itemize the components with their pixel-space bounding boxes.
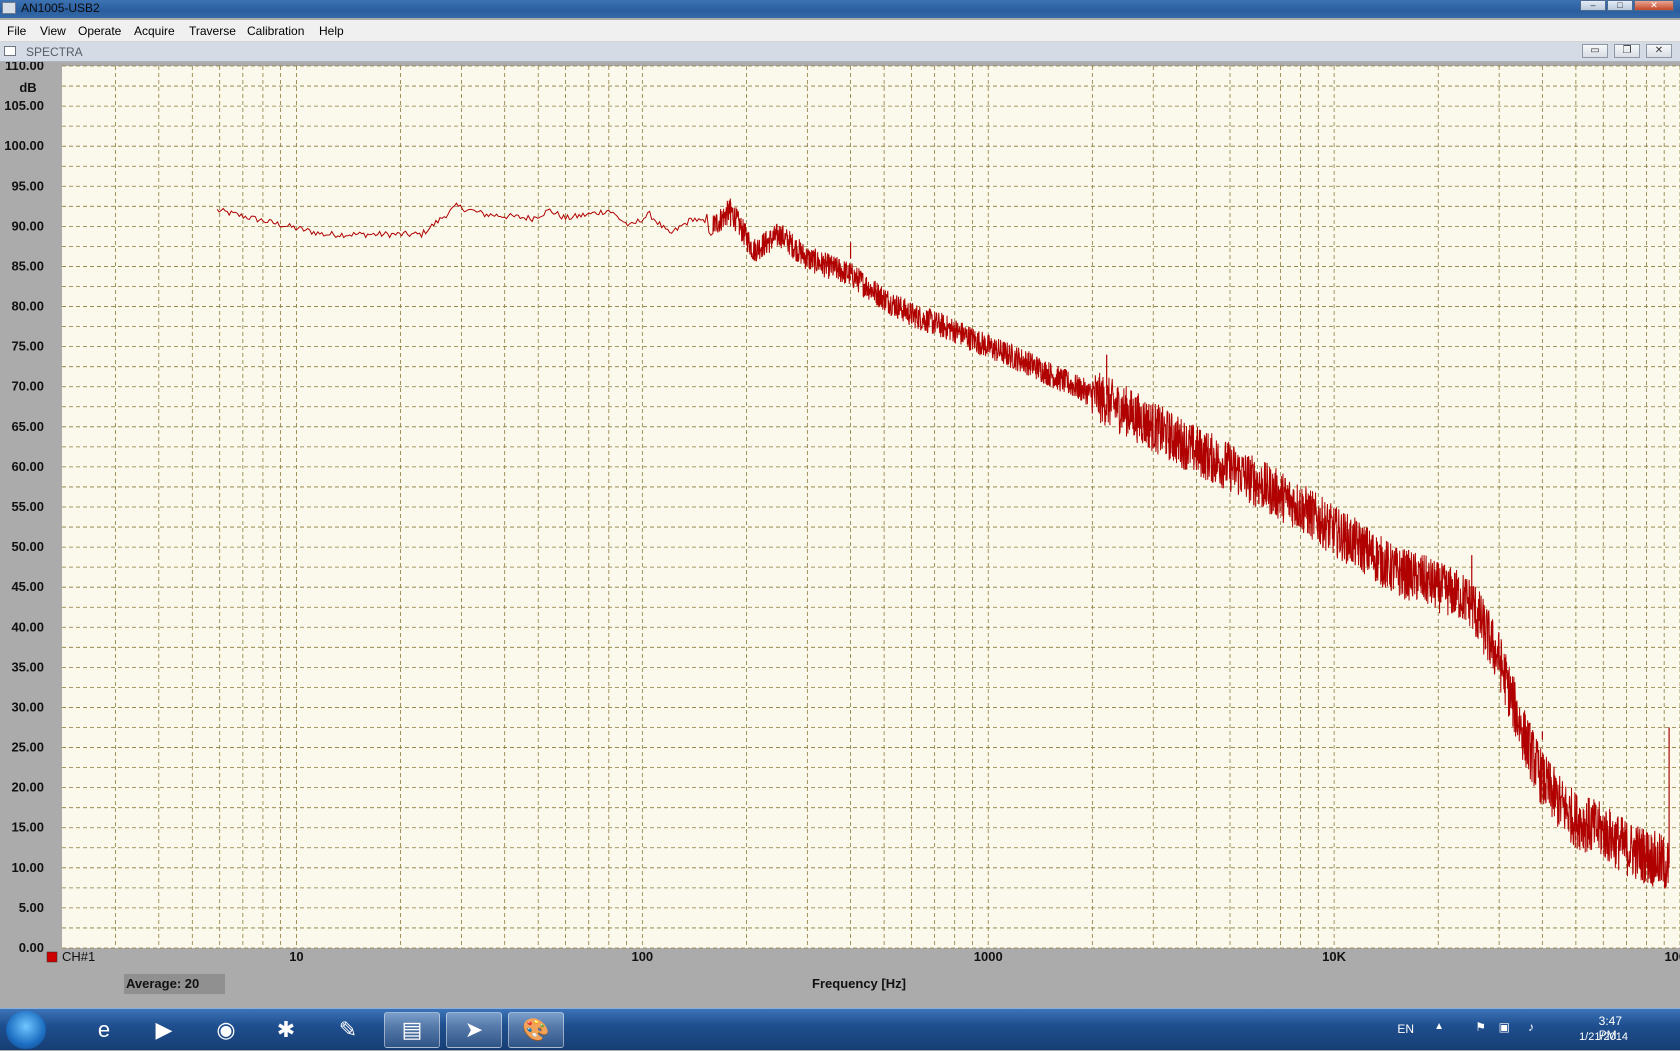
window-maximize-button[interactable]: □ [1607,0,1633,11]
ladybug-icon[interactable]: ✱ [258,1012,314,1048]
taskbar: e ▶ ◉ ✱ ✎ ▤ ➤ 🎨 EN ▲ ⚑ ▣ ♪ 3:47 PM 1/21/2014 [0,1008,1680,1050]
menu-calibration[interactable]: Calibration [247,24,304,38]
y-tick-label: 45.00 [11,579,44,594]
language-indicator[interactable]: EN [1397,1022,1414,1036]
y-tick-label: 95.00 [11,178,44,193]
document-close-button[interactable]: ✕ [1646,44,1672,58]
media-player-icon[interactable]: ▶ [136,1012,192,1048]
y-tick-label: 15.00 [11,820,44,835]
y-tick-label: 80.00 [11,299,44,314]
document-title: SPECTRA [26,45,83,59]
y-tick-label: 5.00 [19,900,44,915]
y-tick-label: 70.00 [11,379,44,394]
ch1-legend-label: CH#1 [62,949,95,964]
menu-acquire[interactable]: Acquire [134,24,175,38]
app-window-icon[interactable] [2,2,16,14]
window-title-bar: AN1005-USB2 – □ ✕ [0,0,1680,18]
y-tick-label: 60.00 [11,459,44,474]
action-center-icon[interactable]: ⚑ [1475,1020,1486,1034]
y-tick-label: 110.00 [5,62,44,73]
menu-bar: File View Operate Acquire Traverse Calibratio… [0,20,1680,42]
volume-icon[interactable]: ♪ [1528,1020,1534,1034]
y-tick-label: 90.00 [11,218,44,233]
y-tick-label: 65.00 [11,419,44,434]
menu-view[interactable]: View [40,24,66,38]
y-tick-label: 35.00 [11,659,44,674]
menu-operate[interactable]: Operate [78,24,121,38]
y-tick-label: 40.00 [11,619,44,634]
menu-file[interactable]: File [7,24,26,38]
tray-expand-icon[interactable]: ▲ [1434,1021,1444,1032]
x-tick-label: 10 [289,949,303,964]
x-tick-label: 1000 [974,949,1003,964]
tools-icon[interactable]: ✎ [320,1012,376,1048]
x-tick-label: 100K [1664,949,1680,964]
file-explorer-icon[interactable]: ▤ [384,1012,440,1048]
document-restore-button[interactable]: ❐ [1614,44,1640,58]
y-tick-label: 75.00 [11,339,44,354]
document-title-bar: SPECTRA ▭ ❐ ✕ [0,42,1680,62]
y-tick-label: 55.00 [11,499,44,514]
window-title: AN1005-USB2 [21,1,100,15]
y-tick-label: 25.00 [11,740,44,755]
y-tick-label: 100.00 [4,138,44,153]
y-tick-label: 30.00 [11,699,44,714]
y-tick-label: 10.00 [11,860,44,875]
menu-help[interactable]: Help [319,24,344,38]
y-tick-label: 20.00 [11,780,44,795]
window-minimize-button[interactable]: – [1580,0,1606,11]
window-controls: – □ ✕ [1579,0,1674,12]
y-tick-label: 50.00 [11,539,44,554]
start-button[interactable] [6,1011,46,1049]
paint-icon[interactable]: 🎨 [508,1012,564,1048]
x-tick-label: 10K [1322,949,1346,964]
network-icon[interactable]: ▣ [1499,1020,1510,1034]
x-axis-label: Frequency [Hz] [812,976,906,991]
menu-traverse[interactable]: Traverse [189,24,236,38]
clock-date[interactable]: 1/21/2014 [1579,1031,1628,1043]
y-tick-label: 105.00 [4,98,44,113]
y-axis-label: dB [19,80,36,95]
chrome-icon[interactable]: ◉ [198,1012,254,1048]
internet-explorer-icon[interactable]: e [76,1012,132,1048]
x-tick-label: 100 [631,949,653,964]
document-minimize-button[interactable]: ▭ [1582,44,1608,58]
spectrum-chart[interactable]: 0.00 5.00 10.00 15.00 20.00 25.00 30.00 35.00 40… [0,62,1680,1008]
document-icon[interactable] [4,46,16,56]
analyzer-app-icon[interactable]: ➤ [446,1012,502,1048]
ch1-legend-swatch[interactable] [46,951,58,963]
window-close-button[interactable]: ✕ [1634,0,1674,11]
y-tick-label: 85.00 [11,258,44,273]
average-label: Average: 20 [126,976,199,991]
y-tick-label: 0.00 [19,940,44,955]
